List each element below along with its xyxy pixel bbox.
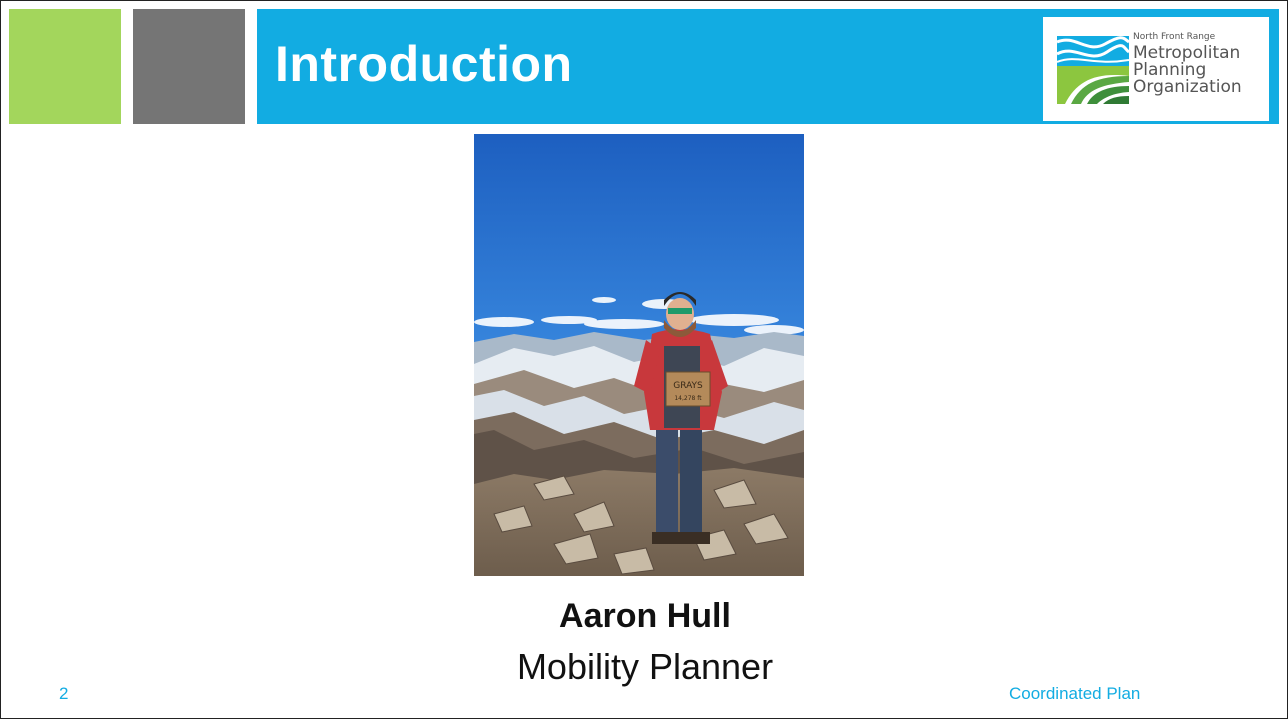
slide: Introduction North Front Range Metropoli…: [0, 0, 1288, 719]
logo-line-4: Organization: [1133, 77, 1242, 97]
logo-text: North Front Range Metropolitan Planning …: [1133, 33, 1242, 96]
sign-line-2: 14,278 ft: [674, 395, 702, 402]
logo-line-1: North Front Range: [1133, 32, 1216, 42]
slide-title: Introduction: [275, 36, 573, 92]
organization-logo: North Front Range Metropolitan Planning …: [1043, 17, 1269, 121]
nfrmpo-wave-logo-icon: [1057, 36, 1129, 104]
sign-line-1: GRAYS: [673, 381, 703, 391]
green-accent-block: [9, 9, 121, 124]
presenter-role: Mobility Planner: [516, 646, 774, 687]
slide-number: 2: [59, 684, 69, 703]
mountain-summit-photo: GRAYS 14,278 ft: [474, 134, 804, 576]
gray-accent-block: [133, 9, 245, 124]
title-bar: Introduction North Front Range Metropoli…: [257, 9, 1279, 124]
photo-illustration: GRAYS 14,278 ft: [474, 134, 804, 576]
presenter-name: Aaron Hull: [559, 597, 731, 635]
footer-text: Coordinated Plan: [1009, 684, 1141, 703]
